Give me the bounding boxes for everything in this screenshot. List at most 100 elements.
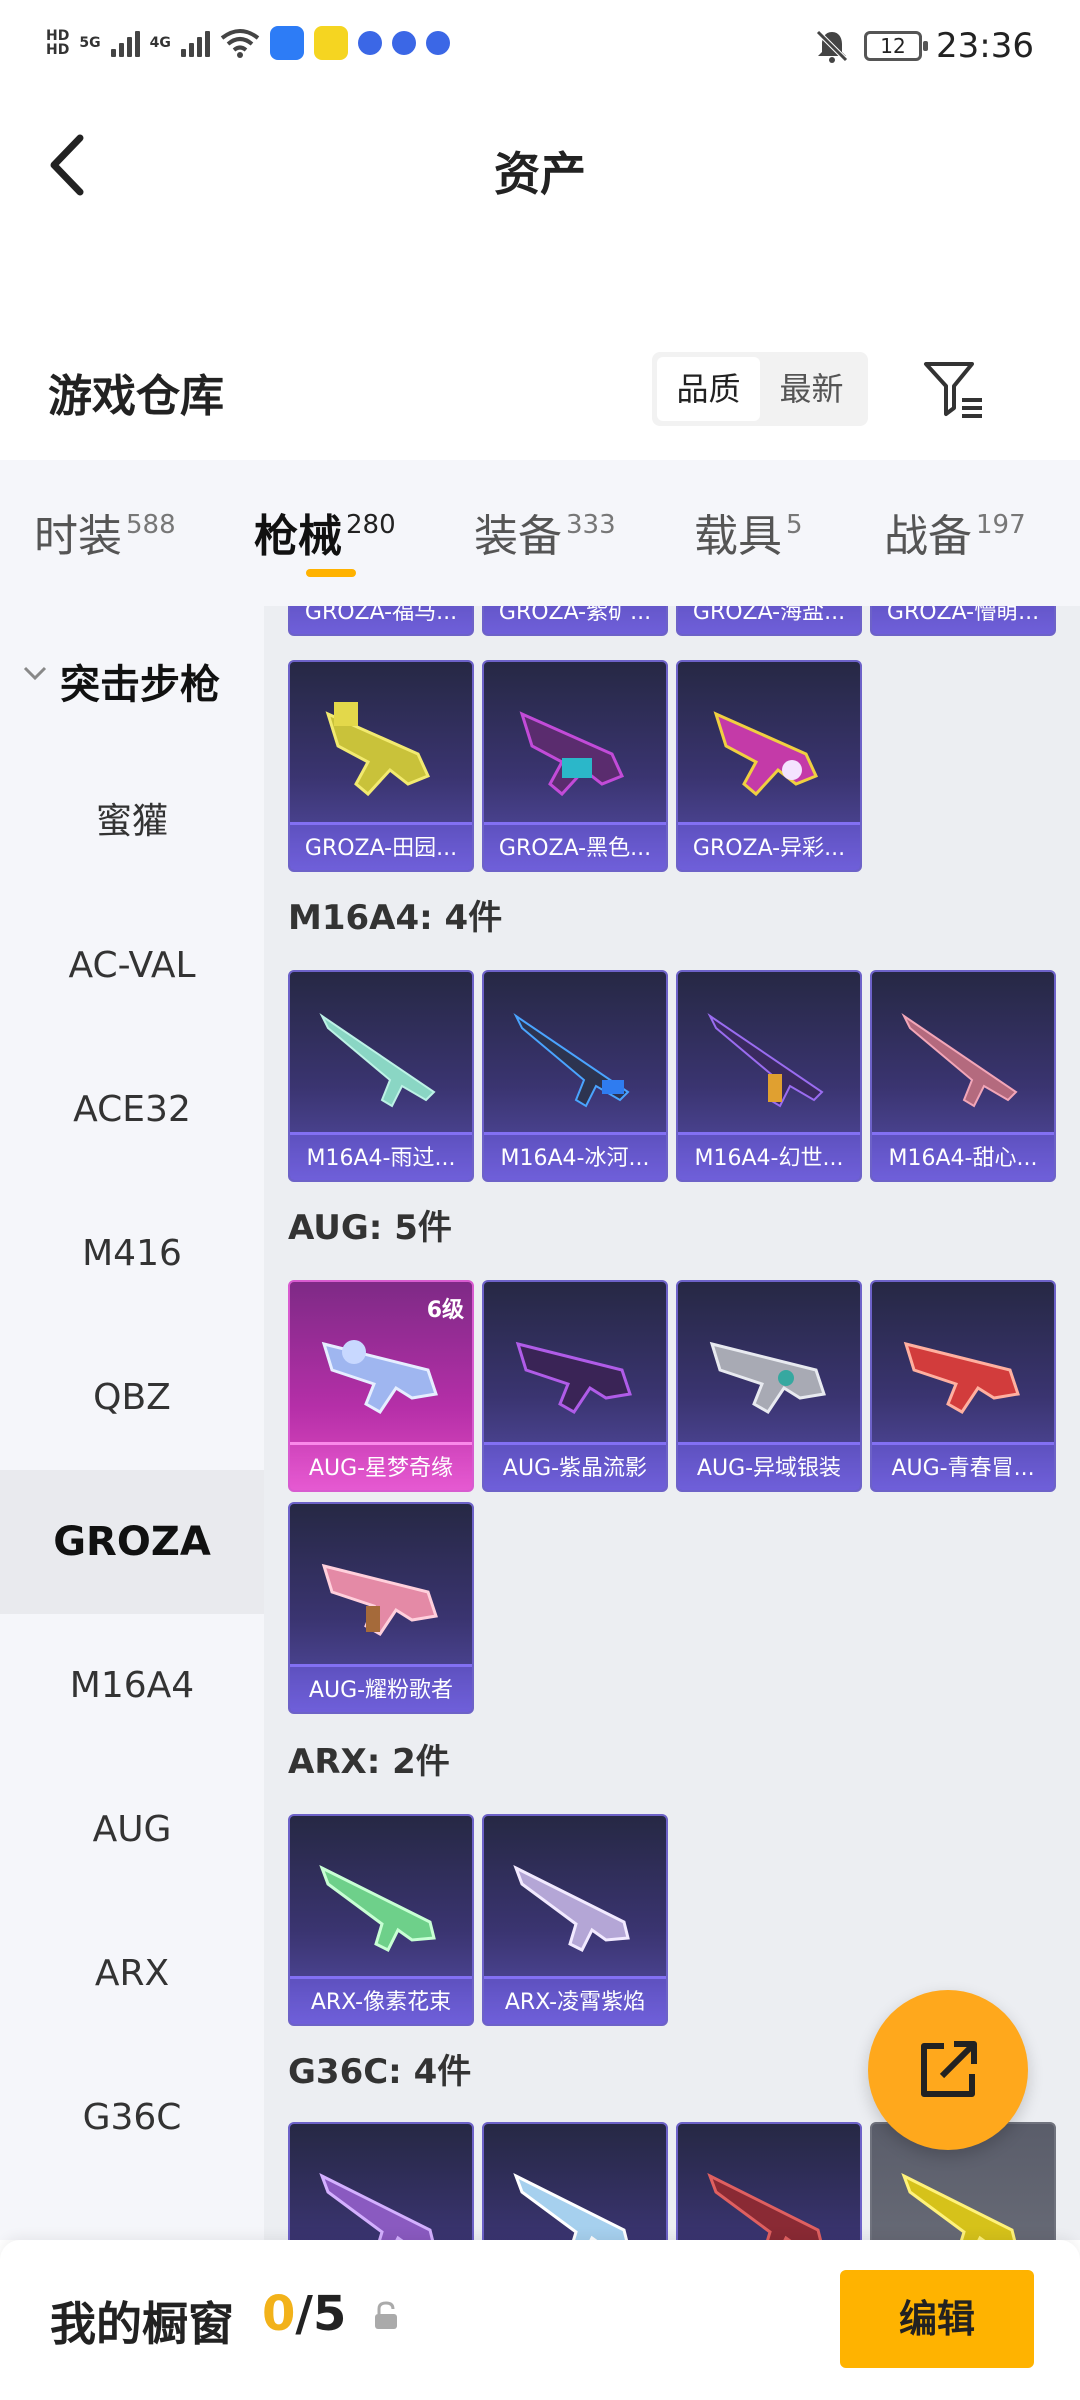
sidebar-group-assault-rifles[interactable]: 突击步枪 xyxy=(0,646,264,710)
tab-equipment[interactable]: 装备 333 xyxy=(474,500,616,564)
tab-label: 载具 xyxy=(694,511,782,562)
wifi-icon xyxy=(220,29,260,58)
sidebar-item[interactable]: M416 xyxy=(0,1182,264,1326)
weapon-card[interactable]: ARX-像素花束 xyxy=(288,1814,474,2026)
warehouse-header: 游戏仓库 品质 最新 xyxy=(0,320,1080,460)
section-title-aug: AUG: 5件 xyxy=(288,1208,452,1248)
section-title-g36c: G36C: 4件 xyxy=(288,2052,472,2092)
tab-supplies[interactable]: 战备 197 xyxy=(884,500,1026,564)
tab-count: 588 xyxy=(126,510,176,540)
showcase-title: 我的橱窗 xyxy=(50,2297,234,2351)
weapon-card-featured[interactable]: 6级 AUG-星梦奇缘 xyxy=(288,1280,474,1492)
weapon-card-label: M16A4-雨过... xyxy=(290,1132,472,1180)
sidebar-item[interactable]: QBZ xyxy=(0,1326,264,1470)
weapon-card-label: AUG-星梦奇缘 xyxy=(290,1442,472,1490)
weapon-thumbnail-icon xyxy=(707,2172,823,2240)
category-tabs: 时装 588 枪械 280 装备 333 载具 5 战备 197 xyxy=(0,460,1080,606)
weapon-card[interactable]: GROZA-海盐... xyxy=(676,606,862,636)
showcase-count: 0/5 xyxy=(262,2286,346,2342)
weapon-card-label: AUG-紫晶流影 xyxy=(484,1442,666,1490)
weapon-card-label: GROZA-海盐... xyxy=(678,606,860,634)
weapon-card[interactable]: GROZA-福马... xyxy=(288,606,474,636)
weapon-thumbnail-icon xyxy=(513,1013,630,1108)
sort-toggle: 品质 最新 xyxy=(652,352,868,426)
sort-option-newest[interactable]: 最新 xyxy=(760,357,863,421)
weapon-card-label: AUG-青春冒... xyxy=(872,1442,1054,1490)
weapon-thumbnail-icon xyxy=(903,1341,1020,1414)
tab-fashion[interactable]: 时装 588 xyxy=(34,500,176,564)
weapon-card[interactable]: M16A4-冰河... xyxy=(482,970,668,1182)
weapon-thumbnail-icon xyxy=(707,1013,824,1108)
weapon-card-label: ARX-凌霄紫焰 xyxy=(484,1976,666,2024)
weapon-card[interactable]: M16A4-甜心... xyxy=(870,970,1056,1182)
weapon-card[interactable]: M16A4-幻世... xyxy=(676,970,862,1182)
tab-label: 时装 xyxy=(34,511,122,562)
weapon-thumbnail-icon xyxy=(515,1341,632,1414)
share-external-icon xyxy=(921,2041,977,2097)
sidebar-group-label: 突击步枪 xyxy=(60,662,220,708)
network-label-1: HD xyxy=(46,28,70,44)
weapon-card[interactable]: AUG-异域银装 xyxy=(676,1280,862,1492)
edit-button[interactable]: 编辑 xyxy=(840,2270,1034,2368)
notification-dot-icon xyxy=(357,31,382,55)
status-right: 12 23:36 xyxy=(814,26,1034,66)
weapon-card[interactable] xyxy=(482,2122,668,2240)
sidebar-item[interactable]: ARX xyxy=(0,1902,264,2046)
weapon-card[interactable]: GROZA-紫矿... xyxy=(482,606,668,636)
signal-bars-icon xyxy=(110,29,140,57)
weapon-card[interactable]: AUG-紫晶流影 xyxy=(482,1280,668,1492)
network-label-2: HD xyxy=(46,42,70,58)
mute-bell-icon xyxy=(816,30,848,63)
weapon-card-label: GROZA-福马... xyxy=(290,606,472,634)
showcase-total: 5 xyxy=(312,2286,347,2342)
weapon-card-label: GROZA-懵萌... xyxy=(872,606,1054,634)
filter-icon[interactable] xyxy=(920,356,986,422)
showcase-bar: 我的橱窗 0/5 编辑 xyxy=(0,2240,1080,2400)
weapon-card-label: AUG-异域银装 xyxy=(678,1442,860,1490)
weapon-card[interactable] xyxy=(676,2122,862,2240)
weapon-card[interactable]: GROZA-异彩... xyxy=(676,660,862,872)
tab-label: 战备 xyxy=(884,511,972,562)
tab-count: 280 xyxy=(346,510,396,540)
sidebar-item[interactable]: M16A4 xyxy=(0,1614,264,1758)
sort-option-quality[interactable]: 品质 xyxy=(657,357,760,421)
sidebar-item-active[interactable]: GROZA xyxy=(0,1470,264,1614)
clock: 23:36 xyxy=(936,26,1034,66)
weapon-thumbnail-icon xyxy=(901,2172,1017,2240)
weapon-card[interactable]: GROZA-黑色... xyxy=(482,660,668,872)
share-fab-button[interactable] xyxy=(868,1990,1028,2150)
weapon-card-label: GROZA-紫矿... xyxy=(484,606,666,634)
showcase-separator: / xyxy=(295,2286,313,2342)
weapon-card[interactable]: AUG-青春冒... xyxy=(870,1280,1056,1492)
weapon-thumbnail-icon xyxy=(319,1864,436,1953)
weapon-card[interactable] xyxy=(288,2122,474,2240)
weapon-card-label: ARX-像素花束 xyxy=(290,1976,472,2024)
sidebar-item[interactable]: AUG xyxy=(0,1758,264,1902)
weapon-thumbnail-icon xyxy=(319,1013,436,1108)
app-notification-icon-2 xyxy=(313,26,348,60)
signal-label-4g: 4G xyxy=(149,35,171,51)
status-left: HD HD 5G 4G xyxy=(46,26,450,60)
weapon-card-label: M16A4-甜心... xyxy=(872,1132,1054,1180)
tab-vehicles[interactable]: 载具 5 xyxy=(694,500,803,564)
status-bar: HD HD 5G 4G 12 23:36 xyxy=(0,0,1080,100)
sidebar-item[interactable]: AC-VAL xyxy=(0,894,264,1038)
weapon-thumbnail-icon xyxy=(321,1563,438,1636)
chevron-down-icon xyxy=(23,666,47,681)
weapon-thumbnail-icon xyxy=(319,2172,435,2240)
weapon-card[interactable]: AUG-耀粉歌者 xyxy=(288,1502,474,1714)
sidebar-item[interactable]: ACE32 xyxy=(0,1038,264,1182)
sidebar-item[interactable]: G36C xyxy=(0,2046,264,2190)
weapon-card[interactable]: M16A4-雨过... xyxy=(288,970,474,1182)
signal-label-5g: 5G xyxy=(79,35,101,51)
signal-bars-icon-2 xyxy=(180,29,210,57)
weapon-card[interactable]: ARX-凌霄紫焰 xyxy=(482,1814,668,2026)
weapon-thumbnail-icon xyxy=(901,1013,1018,1108)
weapon-card[interactable]: GROZA-懵萌... xyxy=(870,606,1056,636)
showcase-current: 0 xyxy=(262,2286,296,2342)
active-tab-indicator xyxy=(306,569,356,577)
weapon-card[interactable]: GROZA-田园... xyxy=(288,660,474,872)
tab-weapons[interactable]: 枪械 280 xyxy=(254,500,396,564)
sidebar-item[interactable]: 蜜獾 xyxy=(0,750,264,894)
notification-dot-icon-2 xyxy=(391,31,416,55)
